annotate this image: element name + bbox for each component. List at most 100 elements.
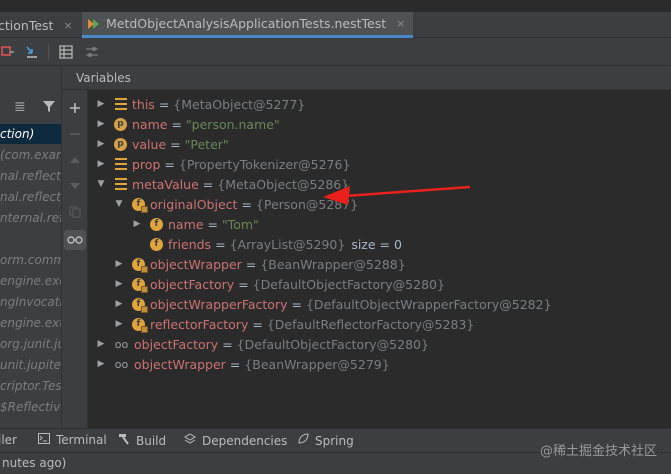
field-icon: f [132, 257, 148, 273]
table-view-icon[interactable] [58, 44, 74, 60]
equals-sign: = [202, 176, 214, 192]
variable-value: {DefaultObjectFactory@5280} [236, 336, 429, 352]
equals-sign: = [164, 156, 175, 172]
tab-label: ctionTest [0, 17, 54, 33]
close-icon[interactable]: × [396, 17, 405, 30]
filter-icon[interactable] [42, 99, 56, 116]
stack-frame-item[interactable]: ction) [0, 124, 61, 144]
variable-name: reflectorFactory [150, 316, 249, 332]
variable-row[interactable]: ▶ f name = "Tom" [132, 214, 259, 234]
chevron-right-icon[interactable]: ▶ [96, 119, 106, 129]
parameter-icon: p [114, 117, 127, 131]
chevron-right-icon[interactable]: ▶ [96, 359, 106, 369]
field-icon: f [132, 297, 148, 313]
stack-frame-item[interactable]: orm.commo [0, 250, 61, 270]
tool-spring[interactable]: Spring [297, 433, 354, 448]
remove-watch-icon[interactable] [67, 126, 83, 142]
variable-row[interactable]: ▶ f objectWrapperFactory = {DefaultObjectWra… [114, 294, 552, 314]
tab-nest-test[interactable]: MetdObjectAnalysisApplicationTests.nestT… [82, 12, 414, 38]
chevron-right-icon[interactable]: ▶ [96, 339, 106, 349]
stack-frame-item[interactable]: engine.exec [0, 271, 61, 291]
variable-name: originalObject [150, 196, 238, 212]
stack-frame-item[interactable]: nternal.refle [0, 208, 61, 228]
stack-frame-item[interactable]: (com.exam [0, 145, 61, 165]
stack-frame-item[interactable]: engine.exte [0, 313, 61, 333]
stack-frame-item[interactable]: $Reflective [0, 397, 61, 417]
frames-toolbar: ≣ [0, 96, 61, 118]
chevron-down-icon[interactable]: ▼ [96, 179, 106, 189]
stack-frame-item[interactable] [0, 229, 61, 249]
variable-value: {DefaultReflectorFactory@5283} [266, 316, 475, 332]
settings-list-icon[interactable] [84, 44, 100, 60]
chevron-right-icon[interactable]: ▶ [114, 259, 124, 269]
stack-frame-item[interactable]: criptor.Tes [0, 376, 61, 396]
variable-row[interactable]: ▶ p value = "Peter" [96, 134, 229, 154]
variable-name: name [168, 216, 204, 232]
variable-row[interactable]: ▶ prop = {PropertyTokenizer@5276} [96, 154, 351, 174]
stack-frame-item[interactable]: org.junit.ju [0, 334, 61, 354]
variable-row[interactable]: ▶ f objectWrapper = {BeanWrapper@5288} [114, 254, 406, 274]
variable-row[interactable]: ▼ f originalObject = {Person@5287} [114, 194, 358, 214]
parameter-icon: p [114, 137, 127, 151]
chevron-right-icon[interactable]: ▶ [114, 279, 124, 289]
variable-row[interactable]: ▶ p name = "person.name" [96, 114, 280, 134]
layers-icon [184, 433, 196, 448]
tool-label: Build [136, 433, 167, 448]
equals-sign: = [291, 296, 302, 312]
sort-icon[interactable]: ≣ [14, 99, 26, 115]
debug-toolbar [0, 38, 671, 66]
move-up-icon[interactable] [67, 152, 83, 168]
close-icon[interactable]: × [63, 19, 72, 32]
drop-frame-icon[interactable] [0, 44, 16, 60]
tab-label: MetdObjectAnalysisApplicationTests.nestT… [106, 16, 387, 31]
new-watch-icon[interactable] [67, 100, 83, 116]
variable-row[interactable]: ▶ f objectFactory = {DefaultObjectFactory@52… [114, 274, 445, 294]
variable-row[interactable]: f friends = {ArrayList@5290} size = 0 [132, 234, 402, 254]
stack-frame-item[interactable]: nal.reflect) [0, 187, 61, 207]
equals-sign: = [229, 356, 241, 372]
tool-dependencies[interactable]: Dependencies [184, 433, 287, 448]
equals-sign: = [158, 96, 170, 112]
chevron-right-icon[interactable]: ▶ [96, 159, 106, 169]
variable-name: objectWrapper [150, 256, 242, 272]
watch-glasses-icon: oo [114, 337, 129, 351]
stack-frame-item[interactable]: nal.reflect) [0, 166, 61, 186]
status-text: nutes ago) [2, 456, 67, 470]
variable-value: "Peter" [184, 136, 229, 152]
equals-sign: = [238, 276, 249, 292]
step-out-icon[interactable] [24, 44, 40, 60]
copy-icon[interactable] [67, 204, 83, 220]
stack-frame-item[interactable]: ngInvocatio [0, 292, 61, 312]
tool-build[interactable]: Build [118, 433, 166, 448]
tool-label: Terminal [56, 433, 107, 447]
stack-frame-item[interactable]: unit.jupiter. [0, 355, 61, 375]
variable-name: name [132, 116, 168, 132]
tool-terminal[interactable]: Terminal [38, 433, 107, 447]
tab-test-class[interactable]: ctionTest × [0, 12, 73, 38]
variable-row[interactable]: ▶ this = {MetaObject@5277} [96, 94, 306, 114]
chevron-right-icon[interactable]: ▶ [114, 299, 124, 309]
equals-sign: = [215, 236, 226, 252]
variable-size: size = 0 [351, 236, 402, 252]
chevron-right-icon[interactable]: ▶ [114, 319, 124, 329]
chevron-right-icon[interactable]: ▶ [96, 99, 106, 109]
tool-problems[interactable]: iler [0, 433, 17, 447]
variable-row[interactable]: ▶ oo objectWrapper = {BeanWrapper@5279} [96, 354, 390, 374]
show-watches-icon[interactable] [64, 230, 86, 250]
move-down-icon[interactable] [67, 178, 83, 194]
tool-label: Dependencies [202, 433, 288, 448]
variable-row[interactable]: ▶ f reflectorFactory = {DefaultReflectorFact… [114, 314, 474, 334]
chevron-right-icon[interactable]: ▶ [132, 219, 142, 229]
leaf-icon [297, 433, 309, 448]
variable-row[interactable]: ▶ oo objectFactory = {DefaultObjectFactory@5… [96, 334, 429, 354]
variable-name: this [132, 96, 155, 112]
variable-row[interactable]: ▼ metaValue = {MetaObject@5286} [96, 174, 350, 194]
variable-name: objectFactory [134, 336, 219, 352]
editor-tab-bar: ctionTest × MetdObjectAnalysisApplicatio… [0, 12, 671, 38]
variable-value: {BeanWrapper@5288} [260, 256, 406, 272]
chevron-right-icon[interactable]: ▶ [96, 139, 106, 149]
chevron-down-icon[interactable]: ▼ [114, 199, 124, 209]
equals-sign: = [245, 256, 257, 272]
toolbar-separator [48, 44, 49, 60]
variable-name: metaValue [132, 176, 199, 192]
